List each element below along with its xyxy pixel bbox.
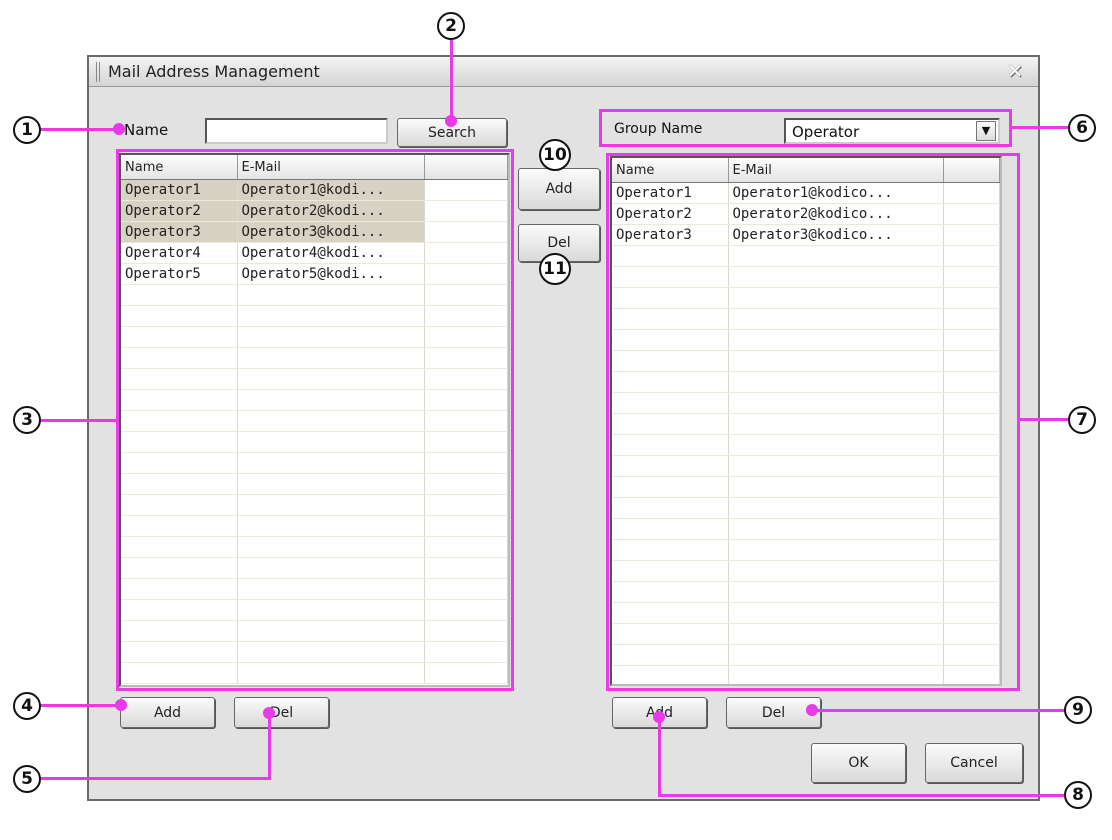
- leader-line-6: [1012, 126, 1070, 129]
- callout-6: 6: [1068, 114, 1096, 142]
- leader-dot-1: [113, 123, 125, 135]
- leader-line-5a: [268, 712, 271, 779]
- leader-dot-4: [115, 699, 127, 711]
- leader-line-5b: [40, 777, 271, 780]
- window-title: Mail Address Management: [108, 62, 320, 81]
- annotation-box-6: [599, 109, 1012, 147]
- leader-line-2: [450, 40, 453, 120]
- callout-10: 10: [539, 139, 571, 171]
- annotation-box-7: [606, 153, 1020, 691]
- leader-line-7: [1020, 418, 1070, 421]
- callout-2: 2: [437, 12, 465, 40]
- callout-5: 5: [13, 765, 41, 793]
- callout-1: 1: [13, 116, 41, 144]
- callout-7: 7: [1068, 406, 1096, 434]
- leader-dot-2: [445, 115, 457, 127]
- leader-dot-9: [806, 704, 818, 716]
- callout-9: 9: [1064, 696, 1092, 724]
- cancel-button[interactable]: Cancel: [925, 743, 1023, 783]
- leader-line-4: [40, 704, 120, 707]
- leader-dot-8: [653, 711, 665, 723]
- add-to-group-button[interactable]: Add: [518, 168, 600, 210]
- leader-line-3: [41, 419, 117, 422]
- leader-line-8b: [658, 794, 1064, 797]
- annotation-box-3: [116, 149, 514, 691]
- title-grip: [96, 62, 100, 82]
- leader-line-9: [812, 709, 1065, 712]
- name-search-input[interactable]: [205, 118, 388, 144]
- delete-address-button[interactable]: Del: [234, 697, 329, 728]
- ok-button[interactable]: OK: [811, 743, 906, 783]
- name-label: Name: [124, 121, 169, 139]
- callout-8: 8: [1064, 781, 1092, 809]
- callout-11: 11: [539, 253, 571, 285]
- leader-line-8a: [658, 716, 661, 796]
- close-icon[interactable]: ✕: [1000, 60, 1030, 84]
- add-address-button[interactable]: Add: [120, 697, 215, 728]
- leader-line-1: [40, 128, 120, 131]
- callout-4: 4: [13, 692, 41, 720]
- leader-dot-5: [263, 707, 275, 719]
- callout-3: 3: [13, 406, 41, 434]
